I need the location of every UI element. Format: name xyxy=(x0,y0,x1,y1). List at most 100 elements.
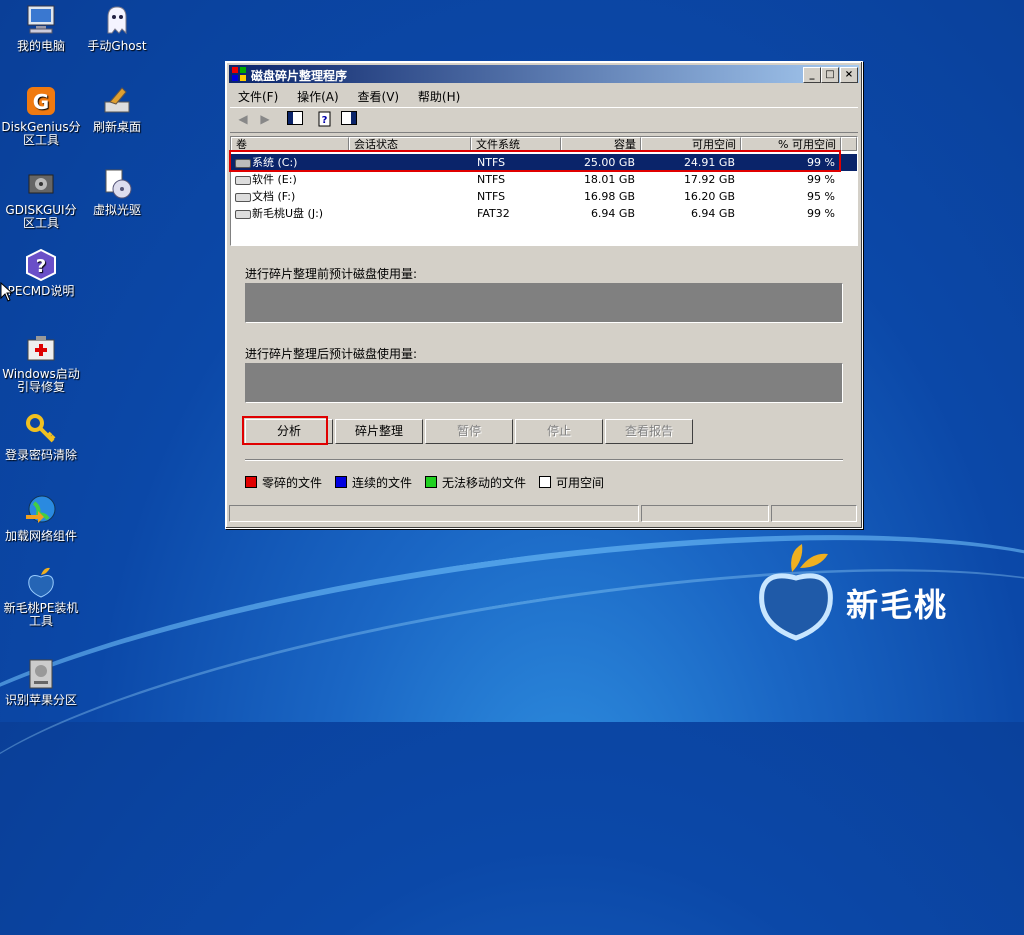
status-bar xyxy=(229,505,859,523)
column-header-filesystem[interactable]: 文件系统 xyxy=(471,137,561,151)
desktop-icon-installer[interactable]: 新毛桃PE装机工具 xyxy=(0,565,82,628)
volume-pct: 99 % xyxy=(807,173,835,186)
desktop-icon-apple-partition[interactable]: 识别苹果分区 xyxy=(0,657,82,707)
mouse-cursor-icon xyxy=(0,282,14,302)
drive-icon xyxy=(29,659,53,689)
highlight-selected-volume xyxy=(229,150,841,172)
desktop-icon-ghost[interactable]: 手动Ghost xyxy=(76,3,158,53)
volume-row[interactable]: 文档 (F:) NTFS 16.98 GB 16.20 GB 95 % xyxy=(231,188,857,205)
desktop-icon-network[interactable]: 加载网络组件 xyxy=(0,493,82,543)
column-header-free[interactable]: 可用空间 xyxy=(641,137,741,151)
volume-free: 16.20 GB xyxy=(683,190,735,203)
forward-arrow-icon[interactable]: ▶ xyxy=(256,111,274,128)
status-panel xyxy=(641,505,769,522)
brand-text: 新毛桃 xyxy=(846,586,949,624)
desktop-icon-label: 登录密码清除 xyxy=(4,448,77,462)
help-icon: ? xyxy=(26,248,56,282)
desktop-icon-label: 刷新桌面 xyxy=(92,120,141,134)
back-arrow-icon[interactable]: ◀ xyxy=(234,111,252,128)
desktop-icon-boot-repair[interactable]: Windows启动引导修复 xyxy=(0,331,82,394)
column-header-volume[interactable]: 卷 xyxy=(231,137,349,151)
volume-pct: 95 % xyxy=(807,190,835,203)
highlight-analyze-button xyxy=(242,416,328,445)
volume-fs: NTFS xyxy=(477,173,506,186)
before-defrag-label: 进行碎片整理前预计磁盘使用量: xyxy=(245,267,418,281)
menu-help[interactable]: 帮助(H) xyxy=(410,85,467,105)
view-report-button[interactable]: 查看报告 xyxy=(605,419,693,444)
drive-icon xyxy=(235,193,251,202)
desktop-icon-label: 加载网络组件 xyxy=(4,529,77,543)
help-doc-icon[interactable]: ? xyxy=(316,111,334,128)
svg-text:?: ? xyxy=(36,256,46,277)
key-icon xyxy=(26,414,56,443)
desktop-icon-label: DiskGenius分区工具 xyxy=(1,120,81,147)
desktop-icon-password-clear[interactable]: 登录密码清除 xyxy=(0,412,82,462)
console-tree-icon[interactable] xyxy=(286,111,304,128)
volume-capacity: 16.98 GB xyxy=(583,190,635,203)
volume-name: 文档 (F:) xyxy=(252,190,296,203)
brush-icon xyxy=(104,87,130,113)
volume-row[interactable]: 新毛桃U盘 (J:) FAT32 6.94 GB 6.94 GB 99 % xyxy=(231,205,857,222)
defrag-window[interactable]: 磁盘碎片整理程序 _ □ × 文件(F) 操作(A) 查看(V) 帮助(H) ◀… xyxy=(225,61,863,529)
globe-icon xyxy=(26,495,56,523)
desktop-icon-diskgenius[interactable]: G DiskGenius分区工具 xyxy=(0,84,82,147)
desktop-icon-label: Windows启动引导修复 xyxy=(2,367,80,394)
first-aid-icon xyxy=(27,336,55,361)
defrag-app-icon xyxy=(232,67,246,81)
desktop-icon-gdiskgui[interactable]: GDISKGUI分区工具 xyxy=(0,167,82,230)
swatch-white xyxy=(539,476,551,488)
toolbar: ◀ ▶ ? xyxy=(230,107,858,133)
legend-item-free-space: 可用空间 xyxy=(539,474,604,491)
drive-icon xyxy=(235,176,251,185)
column-header-filler xyxy=(841,137,857,151)
svg-text:G: G xyxy=(33,90,49,114)
volume-free: 17.92 GB xyxy=(683,173,735,186)
disk-tool-icon xyxy=(28,174,54,194)
legend-item-unmovable: 无法移动的文件 xyxy=(425,474,526,491)
maximize-button[interactable]: □ xyxy=(821,67,839,83)
stop-button[interactable]: 停止 xyxy=(515,419,603,444)
column-header-status[interactable]: 会话状态 xyxy=(349,137,471,151)
volume-fs: FAT32 xyxy=(477,207,510,220)
menu-bar: 文件(F) 操作(A) 查看(V) 帮助(H) xyxy=(230,85,858,105)
swatch-red xyxy=(245,476,257,488)
status-panel xyxy=(771,505,857,522)
peach-logo-icon xyxy=(759,544,833,641)
desktop-icon-label: 识别苹果分区 xyxy=(4,693,77,707)
menu-action[interactable]: 操作(A) xyxy=(289,85,346,105)
diskgenius-icon: G xyxy=(27,87,55,115)
window-title: 磁盘碎片整理程序 xyxy=(251,69,348,83)
svg-text:?: ? xyxy=(322,115,328,126)
column-header-pct-free[interactable]: % 可用空间 xyxy=(741,137,841,151)
desktop-icon-refresh[interactable]: 刷新桌面 xyxy=(76,84,158,134)
before-defrag-display xyxy=(245,283,843,323)
properties-icon[interactable] xyxy=(340,111,358,128)
menu-file[interactable]: 文件(F) xyxy=(230,85,285,105)
volume-capacity: 6.94 GB xyxy=(590,207,635,220)
title-bar[interactable]: 磁盘碎片整理程序 _ □ × xyxy=(229,65,859,83)
divider xyxy=(245,459,843,461)
volume-free: 6.94 GB xyxy=(690,207,735,220)
swatch-blue xyxy=(335,476,347,488)
defragment-button[interactable]: 碎片整理 xyxy=(335,419,423,444)
desktop-icon-my-computer[interactable]: 我的电脑 xyxy=(0,3,82,53)
desktop-icon-virtual-drive[interactable]: 虚拟光驱 xyxy=(76,167,158,217)
minimize-button[interactable]: _ xyxy=(803,67,821,83)
cd-icon xyxy=(105,169,132,199)
desktop-icon-label: 手动Ghost xyxy=(87,39,147,53)
legend-item-fragmented: 零碎的文件 xyxy=(245,474,322,491)
column-header-capacity[interactable]: 容量 xyxy=(561,137,641,151)
drive-icon xyxy=(235,210,251,219)
ghost-icon xyxy=(107,6,127,35)
pause-button[interactable]: 暂停 xyxy=(425,419,513,444)
volume-row[interactable]: 软件 (E:) NTFS 18.01 GB 17.92 GB 99 % xyxy=(231,171,857,188)
swatch-green xyxy=(425,476,437,488)
menu-view[interactable]: 查看(V) xyxy=(350,85,407,105)
after-defrag-label: 进行碎片整理后预计磁盘使用量: xyxy=(245,347,418,361)
after-defrag-display xyxy=(245,363,843,403)
volume-capacity: 18.01 GB xyxy=(583,173,635,186)
close-button[interactable]: × xyxy=(840,67,858,83)
desktop-icon-label: 虚拟光驱 xyxy=(92,203,141,217)
status-panel xyxy=(229,505,639,522)
legend-item-contiguous: 连续的文件 xyxy=(335,474,412,491)
